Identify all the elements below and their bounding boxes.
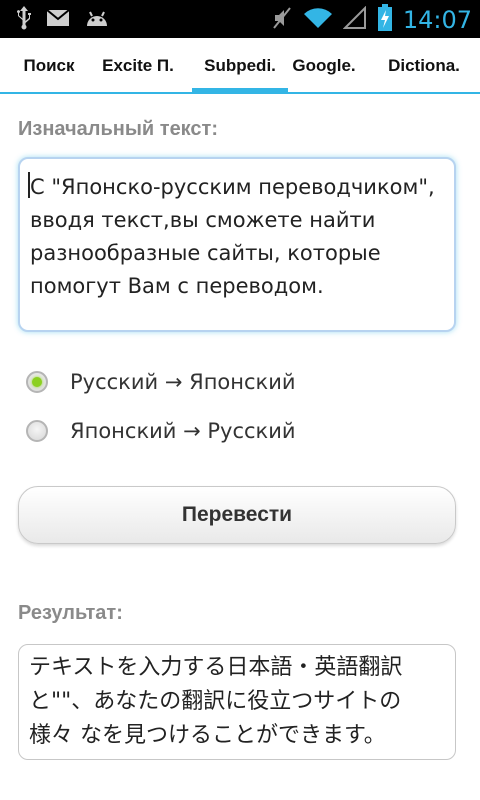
direction-ru-ja-label: Русский → Японский bbox=[70, 370, 296, 394]
direction-ja-ru-option[interactable]: Японский → Русский bbox=[26, 419, 296, 443]
wifi-icon bbox=[303, 6, 333, 34]
direction-ja-ru-label: Японский → Русский bbox=[70, 419, 296, 443]
tab-search[interactable]: Поиск bbox=[8, 38, 90, 94]
direction-ru-ja-option[interactable]: Русский → Японский bbox=[26, 370, 296, 394]
mute-icon bbox=[271, 6, 293, 34]
notification-icons bbox=[16, 6, 110, 34]
tab-google[interactable]: Google. bbox=[288, 38, 360, 94]
tab-subpedia[interactable]: Subpedi. bbox=[192, 38, 288, 94]
source-text-input[interactable]: С "Японско-русским переводчиком", вводя … bbox=[18, 157, 456, 332]
radio-checked-icon[interactable] bbox=[26, 371, 48, 393]
result-text-value: テキストを入力する日本語・英語翻訳 と""、あなたの翻訳に役立つサイトの 様々 … bbox=[29, 655, 403, 748]
tab-dictionary[interactable]: Dictiona. bbox=[376, 38, 472, 94]
source-text-label: Изначальный текст: bbox=[18, 118, 219, 140]
result-label: Результат: bbox=[18, 602, 123, 624]
translate-button[interactable]: Перевести bbox=[18, 486, 456, 544]
result-text-field[interactable]: テキストを入力する日本語・英語翻訳 と""、あなたの翻訳に役立つサイトの 様々 … bbox=[18, 644, 456, 760]
mail-icon bbox=[46, 8, 70, 32]
tab-bar: Поиск Excite П. Subpedi. Google. Diction… bbox=[0, 38, 480, 94]
text-cursor bbox=[28, 172, 30, 198]
source-text-value: С "Японско-русским переводчиком", вводя … bbox=[30, 175, 435, 298]
battery-charging-icon bbox=[377, 4, 393, 36]
android-icon bbox=[84, 8, 110, 32]
usb-icon bbox=[16, 6, 32, 34]
clock: 14:07 bbox=[402, 6, 472, 34]
tab-excite[interactable]: Excite П. bbox=[92, 38, 184, 94]
system-icons: 14:07 bbox=[271, 4, 472, 36]
signal-icon bbox=[342, 5, 367, 34]
radio-unchecked-icon[interactable] bbox=[26, 420, 48, 442]
status-bar: 14:07 bbox=[0, 0, 480, 38]
